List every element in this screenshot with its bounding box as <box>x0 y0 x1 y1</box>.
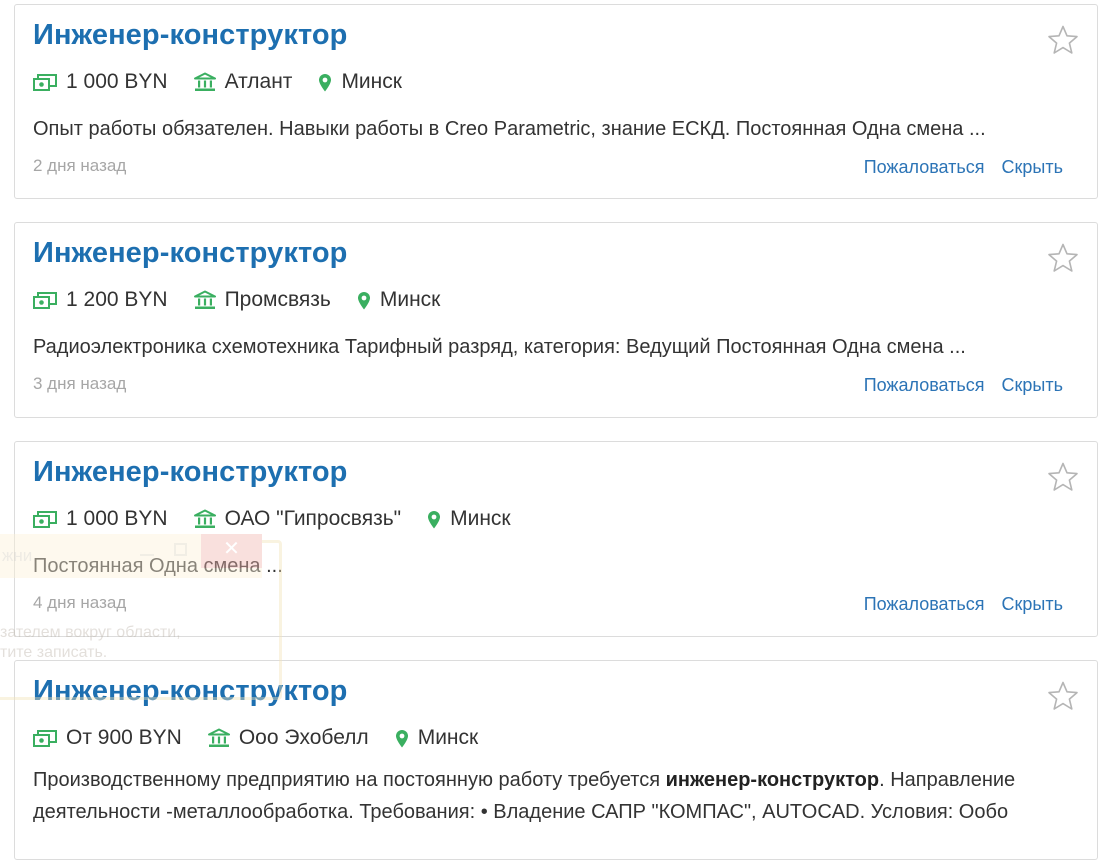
location-pin-icon <box>428 510 441 528</box>
vacancy-meta: От 900 BYN Ооо Эхобелл Минск <box>33 725 504 751</box>
vacancy-card: Инженер-конструктор От 900 BYN Ооо Эхобе… <box>14 660 1098 860</box>
company-name[interactable]: Атлант <box>225 70 293 94</box>
vacancy-description: Производственному предприятию на постоян… <box>33 764 1073 828</box>
hide-link[interactable]: Скрыть <box>1002 375 1063 395</box>
location-pin-icon <box>395 729 408 747</box>
money-icon <box>33 74 57 91</box>
company-building-icon <box>193 290 216 309</box>
location: Минск <box>395 726 479 750</box>
vacancy-title[interactable]: Инженер-конструктор <box>33 19 348 52</box>
card-actions: Пожаловаться Скрыть <box>847 157 1063 178</box>
salary: 1 000 BYN <box>33 507 168 531</box>
company-building-icon <box>193 509 216 528</box>
vacancy-title[interactable]: Инженер-конструктор <box>33 675 348 708</box>
location-pin-icon <box>319 73 332 91</box>
hide-link[interactable]: Скрыть <box>1002 157 1063 177</box>
report-link[interactable]: Пожаловаться <box>864 594 985 614</box>
salary-value: 1 000 BYN <box>66 70 168 93</box>
salary: От 900 BYN <box>33 726 182 750</box>
posted-date: 3 дня назад <box>33 374 127 393</box>
salary-value: От 900 BYN <box>66 726 182 749</box>
location-pin-icon <box>357 291 370 309</box>
description-keyword: инженер-конструктор <box>665 769 880 791</box>
report-link[interactable]: Пожаловаться <box>864 157 985 177</box>
vacancy-description: Постоянная Одна смена ... <box>33 555 283 577</box>
card-actions: Пожаловаться Скрыть <box>847 375 1063 396</box>
vacancy-title[interactable]: Инженер-конструктор <box>33 237 348 270</box>
salary: 1 000 BYN <box>33 70 168 94</box>
posted-date: 2 дня назад <box>33 156 127 175</box>
vacancy-description: Опыт работы обязателен. Навыки работы в … <box>33 118 986 140</box>
city-name: Минск <box>341 70 402 93</box>
city-name: Минск <box>379 288 441 311</box>
report-link[interactable]: Пожаловаться <box>864 375 985 395</box>
vacancy-description: Радиоэлектроника схемотехника Тарифный р… <box>33 336 966 358</box>
money-icon <box>33 730 57 747</box>
salary-value: 1 000 BYN <box>66 507 168 530</box>
company-building-icon <box>207 728 230 747</box>
company: Ооо Эхобелл <box>207 726 369 750</box>
star-icon[interactable] <box>1047 461 1079 493</box>
city-name: Минск <box>450 507 511 530</box>
money-icon <box>33 511 57 528</box>
star-icon[interactable] <box>1047 680 1079 712</box>
star-icon[interactable] <box>1047 242 1079 274</box>
location: Минск <box>357 288 441 312</box>
location: Минск <box>318 70 402 94</box>
company: Атлант <box>193 70 293 94</box>
location: Минск <box>427 507 511 531</box>
salary-value: 1 200 BYN <box>66 288 168 311</box>
star-icon[interactable] <box>1047 24 1079 56</box>
vacancy-title[interactable]: Инженер-конструктор <box>33 456 348 489</box>
vacancy-card: Инженер-конструктор 1 200 BYN Промсвязь <box>14 222 1098 418</box>
company-name[interactable]: Ооо Эхобелл <box>239 726 369 750</box>
posted-date: 4 дня назад <box>33 593 127 612</box>
vacancy-meta: 1 000 BYN ОАО "Гипросвязь" Минск <box>33 506 537 532</box>
company-building-icon <box>193 72 216 91</box>
company-name[interactable]: ОАО "Гипросвязь" <box>225 507 402 531</box>
company: ОАО "Гипросвязь" <box>193 507 402 531</box>
money-icon <box>33 292 57 309</box>
hide-link[interactable]: Скрыть <box>1002 594 1063 614</box>
company-name[interactable]: Промсвязь <box>225 288 331 312</box>
salary: 1 200 BYN <box>33 288 168 312</box>
vacancy-card: Инженер-конструктор 1 000 BYN ОАО "Гипро… <box>14 441 1098 637</box>
vacancy-meta: 1 200 BYN Промсвязь Минск <box>33 287 466 313</box>
description-text: Производственному предприятию на постоян… <box>33 769 666 791</box>
vacancy-card: Инженер-конструктор 1 000 BYN Атлант Мин… <box>14 4 1098 199</box>
city-name: Минск <box>417 726 479 749</box>
card-actions: Пожаловаться Скрыть <box>847 594 1063 615</box>
company: Промсвязь <box>193 288 331 312</box>
vacancy-meta: 1 000 BYN Атлант Минск <box>33 69 428 95</box>
